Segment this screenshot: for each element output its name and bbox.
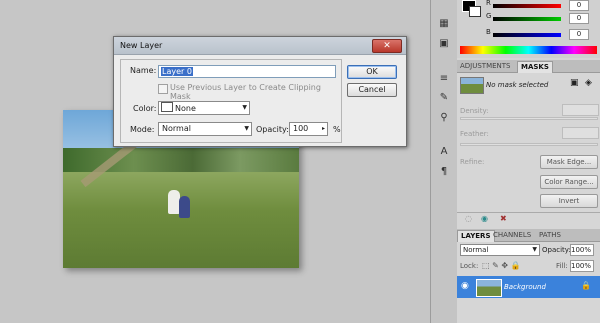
opacity-value: 100 bbox=[293, 124, 309, 133]
tab-masks[interactable]: MASKS bbox=[517, 61, 553, 73]
tab-adjustments[interactable]: ADJUSTMENTS bbox=[457, 61, 514, 72]
mask-thumbnail bbox=[460, 77, 484, 94]
blend-mode-select[interactable]: Normal ▼ bbox=[460, 244, 540, 256]
mask-edge-button[interactable]: Mask Edge... bbox=[540, 155, 598, 169]
channel-b-value[interactable]: 0 bbox=[569, 29, 589, 40]
chevron-down-icon: ▼ bbox=[242, 104, 247, 111]
channel-r-value[interactable]: 0 bbox=[569, 0, 589, 11]
channel-g-label: G bbox=[486, 12, 492, 20]
feather-slider[interactable] bbox=[460, 143, 598, 146]
channel-r-label: R bbox=[486, 0, 491, 7]
ok-button[interactable]: OK bbox=[347, 65, 397, 79]
cancel-button[interactable]: Cancel bbox=[347, 83, 397, 97]
history-icon[interactable]: ▣ bbox=[437, 38, 451, 50]
dialog-title: New Layer bbox=[120, 41, 163, 50]
channel-r-slider[interactable] bbox=[493, 4, 561, 8]
density-label: Density: bbox=[460, 107, 489, 115]
lock-icon: 🔒 bbox=[581, 281, 591, 290]
opacity-input[interactable]: 100 ▸ bbox=[289, 122, 328, 136]
close-button[interactable]: ✕ bbox=[372, 39, 402, 53]
delete-icon[interactable]: ✖ bbox=[500, 214, 507, 223]
vector-mask-icon[interactable]: ◈ bbox=[585, 78, 592, 88]
pixel-mask-icon[interactable]: ▣ bbox=[570, 78, 579, 88]
masks-footer: ◌ ◉ ✖ bbox=[457, 212, 600, 225]
layer-opacity-label: Opacity: bbox=[542, 246, 571, 254]
chevron-right-icon[interactable]: ▸ bbox=[322, 123, 325, 135]
new-layer-dialog: New Layer ✕ Name: Layer 0 Use Previous L… bbox=[113, 36, 407, 147]
dialog-options-group: Name: Layer 0 Use Previous Layer to Crea… bbox=[120, 59, 342, 143]
background-color-swatch[interactable] bbox=[469, 6, 481, 17]
layer-thumbnail bbox=[476, 279, 502, 297]
name-label: Name: bbox=[130, 66, 157, 75]
color-swatch bbox=[161, 102, 173, 112]
dialog-titlebar[interactable]: New Layer ✕ bbox=[114, 37, 406, 55]
layer-row-background[interactable]: ◉ Background 🔒 bbox=[457, 276, 600, 298]
channel-g-value[interactable]: 0 bbox=[569, 13, 589, 24]
name-input[interactable]: Layer 0 bbox=[158, 65, 336, 78]
lock-icons[interactable]: ⬚ ✎ ✥ 🔒 bbox=[482, 261, 521, 270]
channel-g-slider[interactable] bbox=[493, 17, 561, 21]
refine-label: Refine: bbox=[460, 158, 485, 166]
fill-label: Fill: bbox=[556, 262, 568, 270]
invert-button[interactable]: Invert bbox=[540, 194, 598, 208]
actions-icon[interactable]: ≡ bbox=[437, 73, 451, 85]
eye-icon[interactable]: ◉ bbox=[461, 281, 469, 291]
opacity-unit: % bbox=[333, 125, 341, 134]
layers-panel-tabs: LAYERS CHANNELS PATHS bbox=[457, 229, 600, 242]
paragraph-icon[interactable]: ¶ bbox=[437, 166, 451, 178]
chevron-down-icon: ▼ bbox=[532, 246, 537, 253]
eye-icon[interactable]: ◉ bbox=[481, 214, 488, 223]
density-slider[interactable] bbox=[460, 117, 598, 120]
mode-label: Mode: bbox=[130, 125, 155, 134]
mode-select[interactable]: Normal ▼ bbox=[158, 122, 252, 136]
channel-b-slider[interactable] bbox=[493, 33, 561, 37]
feather-field[interactable] bbox=[562, 127, 599, 139]
mask-status: No mask selected bbox=[486, 81, 549, 89]
tab-layers[interactable]: LAYERS bbox=[457, 230, 495, 242]
mode-value: Normal bbox=[162, 124, 191, 133]
chevron-down-icon: ▼ bbox=[244, 125, 249, 132]
clipping-mask-checkbox[interactable] bbox=[158, 84, 168, 94]
blend-mode-value: Normal bbox=[463, 246, 489, 254]
lock-label: Lock: bbox=[460, 262, 479, 270]
brush-icon[interactable]: ✎ bbox=[437, 92, 451, 104]
channel-b-label: B bbox=[486, 28, 491, 36]
layer-name: Background bbox=[504, 283, 546, 291]
fill-value[interactable]: 100% bbox=[570, 260, 594, 272]
close-icon: ✕ bbox=[383, 41, 391, 51]
tab-channels[interactable]: CHANNELS bbox=[490, 230, 534, 241]
color-value: None bbox=[175, 104, 196, 113]
color-range-button[interactable]: Color Range... bbox=[540, 175, 598, 189]
right-panels: R 0 G 0 B 0 ADJUSTMENTS MASKS No mask se… bbox=[457, 0, 600, 323]
tab-paths[interactable]: PATHS bbox=[536, 230, 564, 241]
color-panel: R 0 G 0 B 0 bbox=[457, 0, 600, 58]
color-label: Color: bbox=[133, 104, 157, 113]
clipping-mask-label: Use Previous Layer to Create Clipping Ma… bbox=[170, 83, 321, 101]
stamp-icon[interactable]: ⚲ bbox=[437, 112, 451, 124]
name-value: Layer 0 bbox=[161, 67, 193, 76]
density-field[interactable] bbox=[562, 104, 599, 116]
panel-icon-strip: ▦ ▣ ≡ ✎ ⚲ A ¶ bbox=[430, 0, 458, 323]
swatches-icon[interactable]: ▦ bbox=[437, 18, 451, 30]
masks-panel-tabs: ADJUSTMENTS MASKS bbox=[457, 60, 600, 73]
layer-opacity-value[interactable]: 100% bbox=[570, 244, 594, 256]
feather-label: Feather: bbox=[460, 130, 489, 138]
character-icon[interactable]: A bbox=[437, 146, 451, 158]
color-select[interactable]: None ▼ bbox=[158, 101, 250, 115]
color-spectrum-bar[interactable] bbox=[460, 46, 597, 54]
opacity-label: Opacity: bbox=[256, 125, 289, 134]
load-selection-icon[interactable]: ◌ bbox=[465, 214, 472, 223]
